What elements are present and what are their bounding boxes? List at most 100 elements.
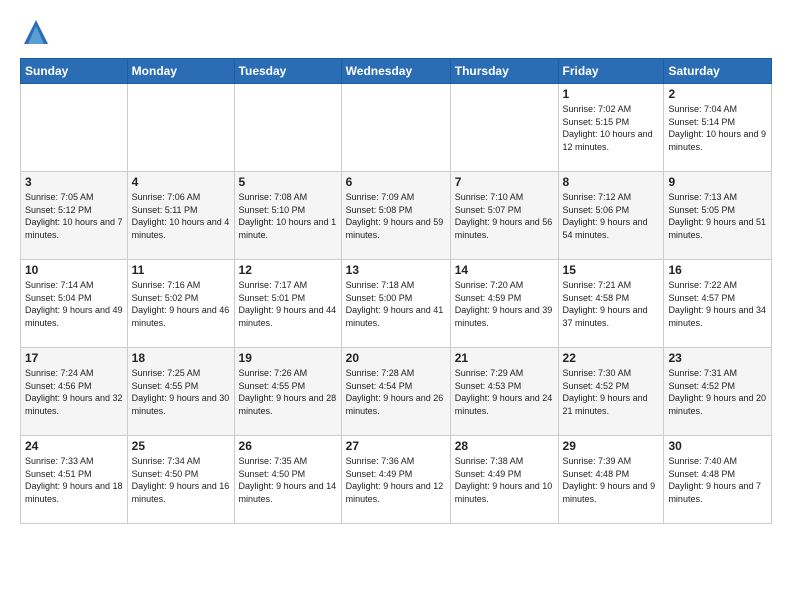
day-info: Sunrise: 7:33 AM Sunset: 4:51 PM Dayligh… [25, 455, 123, 505]
calendar-cell [234, 84, 341, 172]
day-info: Sunrise: 7:34 AM Sunset: 4:50 PM Dayligh… [132, 455, 230, 505]
calendar-cell: 3 Sunrise: 7:05 AM Sunset: 5:12 PM Daylig… [21, 172, 128, 260]
day-info: Sunrise: 7:17 AM Sunset: 5:01 PM Dayligh… [239, 279, 337, 329]
day-info: Sunrise: 7:22 AM Sunset: 4:57 PM Dayligh… [668, 279, 767, 329]
calendar-cell: 5 Sunrise: 7:08 AM Sunset: 5:10 PM Daylig… [234, 172, 341, 260]
calendar-cell: 26 Sunrise: 7:35 AM Sunset: 4:50 PM Dayli… [234, 436, 341, 524]
calendar-cell: 24Sunrise: 7:33 AM Sunset: 4:51 PM Dayli… [21, 436, 128, 524]
day-info: Sunrise: 7:20 AM Sunset: 4:59 PM Dayligh… [455, 279, 554, 329]
day-number: 28 [455, 439, 554, 453]
day-number: 1 [563, 87, 660, 101]
day-number: 29 [563, 439, 660, 453]
day-number: 27 [346, 439, 446, 453]
day-number: 9 [668, 175, 767, 189]
day-info: Sunrise: 7:30 AM Sunset: 4:52 PM Dayligh… [563, 367, 660, 417]
day-number: 5 [239, 175, 337, 189]
day-number: 6 [346, 175, 446, 189]
calendar-week-1: 1 Sunrise: 7:02 AM Sunset: 5:15 PM Daylig… [21, 84, 772, 172]
calendar-header-monday: Monday [127, 59, 234, 84]
day-info: Sunrise: 7:21 AM Sunset: 4:58 PM Dayligh… [563, 279, 660, 329]
day-info: Sunrise: 7:24 AM Sunset: 4:56 PM Dayligh… [25, 367, 123, 417]
day-number: 15 [563, 263, 660, 277]
calendar-cell: 15 Sunrise: 7:21 AM Sunset: 4:58 PM Dayli… [558, 260, 664, 348]
day-info: Sunrise: 7:39 AM Sunset: 4:48 PM Dayligh… [563, 455, 660, 505]
calendar-cell: 20 Sunrise: 7:28 AM Sunset: 4:54 PM Dayli… [341, 348, 450, 436]
day-number: 20 [346, 351, 446, 365]
day-number: 3 [25, 175, 123, 189]
day-info: Sunrise: 7:06 AM Sunset: 5:11 PM Dayligh… [132, 191, 230, 241]
calendar-cell: 6 Sunrise: 7:09 AM Sunset: 5:08 PM Daylig… [341, 172, 450, 260]
day-info: Sunrise: 7:08 AM Sunset: 5:10 PM Dayligh… [239, 191, 337, 241]
calendar-cell: 22Sunrise: 7:30 AM Sunset: 4:52 PM Dayli… [558, 348, 664, 436]
calendar-week-5: 24Sunrise: 7:33 AM Sunset: 4:51 PM Dayli… [21, 436, 772, 524]
day-number: 12 [239, 263, 337, 277]
calendar-cell: 21 Sunrise: 7:29 AM Sunset: 4:53 PM Dayli… [450, 348, 558, 436]
calendar-header-tuesday: Tuesday [234, 59, 341, 84]
calendar-cell: 18 Sunrise: 7:25 AM Sunset: 4:55 PM Dayli… [127, 348, 234, 436]
header [20, 16, 772, 48]
day-info: Sunrise: 7:38 AM Sunset: 4:49 PM Dayligh… [455, 455, 554, 505]
day-number: 8 [563, 175, 660, 189]
day-number: 18 [132, 351, 230, 365]
day-info: Sunrise: 7:09 AM Sunset: 5:08 PM Dayligh… [346, 191, 446, 241]
day-number: 30 [668, 439, 767, 453]
day-number: 17 [25, 351, 123, 365]
calendar-week-2: 3 Sunrise: 7:05 AM Sunset: 5:12 PM Daylig… [21, 172, 772, 260]
day-number: 19 [239, 351, 337, 365]
day-info: Sunrise: 7:36 AM Sunset: 4:49 PM Dayligh… [346, 455, 446, 505]
calendar-header-sunday: Sunday [21, 59, 128, 84]
day-info: Sunrise: 7:04 AM Sunset: 5:14 PM Dayligh… [668, 103, 767, 153]
calendar-cell: 23Sunrise: 7:31 AM Sunset: 4:52 PM Dayli… [664, 348, 772, 436]
day-info: Sunrise: 7:40 AM Sunset: 4:48 PM Dayligh… [668, 455, 767, 505]
day-number: 11 [132, 263, 230, 277]
day-number: 16 [668, 263, 767, 277]
calendar-cell: 13 Sunrise: 7:18 AM Sunset: 5:00 PM Dayli… [341, 260, 450, 348]
day-info: Sunrise: 7:28 AM Sunset: 4:54 PM Dayligh… [346, 367, 446, 417]
calendar-cell: 28 Sunrise: 7:38 AM Sunset: 4:49 PM Dayli… [450, 436, 558, 524]
day-number: 21 [455, 351, 554, 365]
calendar-cell: 4Sunrise: 7:06 AM Sunset: 5:11 PM Daylig… [127, 172, 234, 260]
day-info: Sunrise: 7:18 AM Sunset: 5:00 PM Dayligh… [346, 279, 446, 329]
calendar-cell: 17 Sunrise: 7:24 AM Sunset: 4:56 PM Dayli… [21, 348, 128, 436]
calendar-cell: 30 Sunrise: 7:40 AM Sunset: 4:48 PM Dayli… [664, 436, 772, 524]
day-info: Sunrise: 7:05 AM Sunset: 5:12 PM Dayligh… [25, 191, 123, 241]
day-info: Sunrise: 7:25 AM Sunset: 4:55 PM Dayligh… [132, 367, 230, 417]
day-info: Sunrise: 7:10 AM Sunset: 5:07 PM Dayligh… [455, 191, 554, 241]
day-number: 7 [455, 175, 554, 189]
calendar-cell: 27 Sunrise: 7:36 AM Sunset: 4:49 PM Dayli… [341, 436, 450, 524]
day-number: 26 [239, 439, 337, 453]
calendar-cell: 11 Sunrise: 7:16 AM Sunset: 5:02 PM Dayli… [127, 260, 234, 348]
calendar: SundayMondayTuesdayWednesdayThursdayFrid… [20, 58, 772, 524]
day-number: 23 [668, 351, 767, 365]
page: SundayMondayTuesdayWednesdayThursdayFrid… [0, 0, 792, 534]
calendar-cell: 10 Sunrise: 7:14 AM Sunset: 5:04 PM Dayli… [21, 260, 128, 348]
day-number: 2 [668, 87, 767, 101]
calendar-header-row: SundayMondayTuesdayWednesdayThursdayFrid… [21, 59, 772, 84]
calendar-header-friday: Friday [558, 59, 664, 84]
calendar-cell: 9Sunrise: 7:13 AM Sunset: 5:05 PM Daylig… [664, 172, 772, 260]
day-info: Sunrise: 7:14 AM Sunset: 5:04 PM Dayligh… [25, 279, 123, 329]
calendar-cell: 29 Sunrise: 7:39 AM Sunset: 4:48 PM Dayli… [558, 436, 664, 524]
day-info: Sunrise: 7:26 AM Sunset: 4:55 PM Dayligh… [239, 367, 337, 417]
day-info: Sunrise: 7:16 AM Sunset: 5:02 PM Dayligh… [132, 279, 230, 329]
day-info: Sunrise: 7:29 AM Sunset: 4:53 PM Dayligh… [455, 367, 554, 417]
calendar-cell: 25Sunrise: 7:34 AM Sunset: 4:50 PM Dayli… [127, 436, 234, 524]
logo-icon [20, 16, 52, 48]
calendar-cell: 12 Sunrise: 7:17 AM Sunset: 5:01 PM Dayli… [234, 260, 341, 348]
day-number: 13 [346, 263, 446, 277]
calendar-cell: 14 Sunrise: 7:20 AM Sunset: 4:59 PM Dayli… [450, 260, 558, 348]
day-number: 14 [455, 263, 554, 277]
calendar-header-wednesday: Wednesday [341, 59, 450, 84]
day-info: Sunrise: 7:35 AM Sunset: 4:50 PM Dayligh… [239, 455, 337, 505]
calendar-header-thursday: Thursday [450, 59, 558, 84]
day-info: Sunrise: 7:12 AM Sunset: 5:06 PM Dayligh… [563, 191, 660, 241]
day-number: 10 [25, 263, 123, 277]
day-info: Sunrise: 7:02 AM Sunset: 5:15 PM Dayligh… [563, 103, 660, 153]
calendar-cell: 8 Sunrise: 7:12 AM Sunset: 5:06 PM Daylig… [558, 172, 664, 260]
calendar-cell: 2 Sunrise: 7:04 AM Sunset: 5:14 PM Daylig… [664, 84, 772, 172]
calendar-cell [127, 84, 234, 172]
calendar-cell: 16 Sunrise: 7:22 AM Sunset: 4:57 PM Dayli… [664, 260, 772, 348]
logo [20, 16, 56, 48]
calendar-cell [450, 84, 558, 172]
calendar-cell: 19 Sunrise: 7:26 AM Sunset: 4:55 PM Dayli… [234, 348, 341, 436]
